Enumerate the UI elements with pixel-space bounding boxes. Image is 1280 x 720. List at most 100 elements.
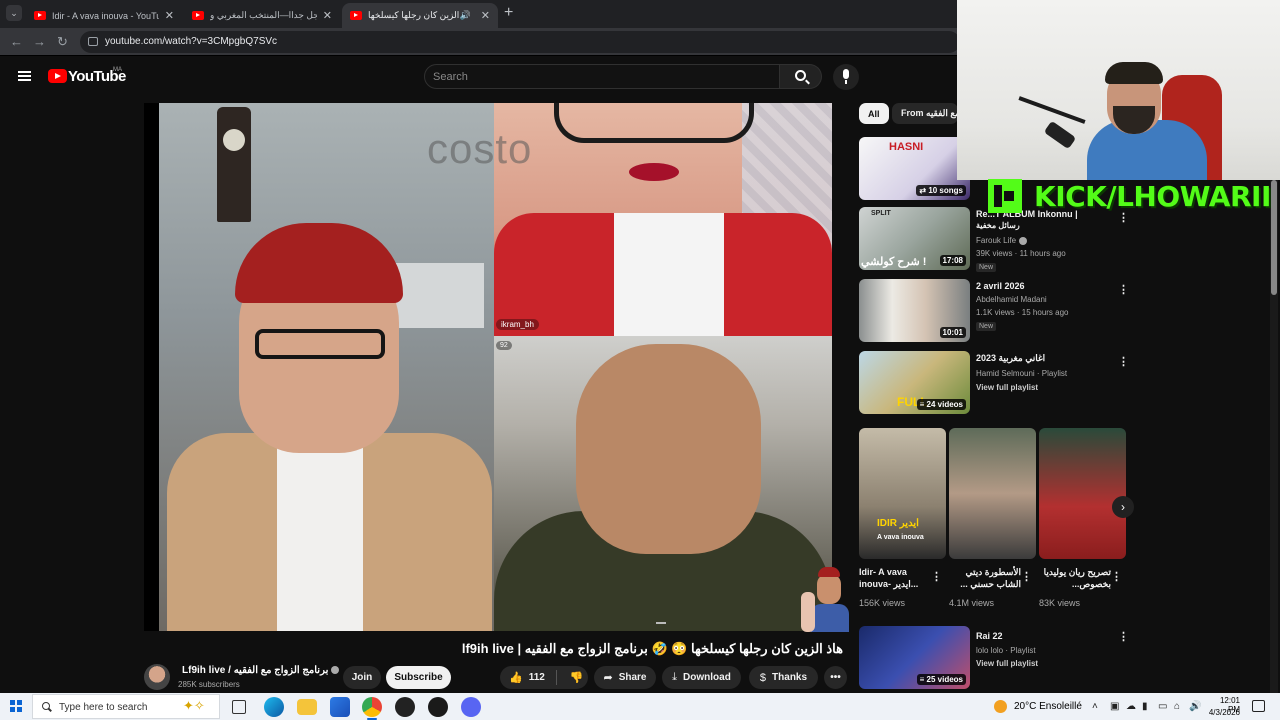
channel-avatar[interactable] xyxy=(144,664,170,690)
thanks-button[interactable]: $ Thanks xyxy=(749,666,818,689)
more-options-icon[interactable]: ⋮ xyxy=(1021,570,1032,583)
menu-icon[interactable] xyxy=(18,71,31,81)
host-collar xyxy=(277,433,363,631)
playlist-channel[interactable]: Hamid Selmouni · Playlist xyxy=(976,369,1067,378)
more-options-icon[interactable]: ⋮ xyxy=(1118,355,1129,368)
search-highlight-icon[interactable]: ✦✧ xyxy=(183,698,205,714)
forward-arrow-icon[interactable]: → xyxy=(33,34,46,49)
tray-display-icon[interactable]: ▭ xyxy=(1158,701,1167,712)
view-full-playlist-link[interactable]: View full playlist xyxy=(976,659,1038,668)
taskbar-search-placeholder[interactable]: Type here to search xyxy=(59,702,147,713)
tray-cloud-icon[interactable]: ☁ xyxy=(1126,701,1136,712)
share-button[interactable]: ➦ Share xyxy=(594,666,656,689)
task-view-icon[interactable] xyxy=(232,700,246,714)
short-title[interactable]: تصريح ريان يوليديا بخصوص... xyxy=(1039,566,1111,591)
recommendation-item[interactable]: SPLIT شرح كولشي ! 17:08 Re...T ALBUM Ink… xyxy=(859,207,1129,275)
channel-name[interactable]: Farouk Life xyxy=(976,236,1028,245)
site-info-icon[interactable] xyxy=(88,37,98,46)
thumbs-down-icon[interactable]: 👎 xyxy=(570,671,584,684)
playlist-thumbnail[interactable]: FULL ≡ 24 videos xyxy=(859,351,970,414)
youtube-logo-icon[interactable] xyxy=(48,69,67,83)
address-bar[interactable]: youtube.com/watch?v=3CMpgbQ7SVc xyxy=(80,31,960,53)
taskbar-date[interactable]: 4/3/2026 xyxy=(1204,708,1240,717)
tray-mic-icon[interactable]: ▮ xyxy=(1142,701,1148,712)
voice-search-button[interactable] xyxy=(833,64,859,90)
waving-person-sticker xyxy=(801,562,851,632)
video-title[interactable]: 2 avril 2026 xyxy=(976,281,1116,291)
badge-text: 10 songs xyxy=(928,186,963,195)
short-views: 83K views xyxy=(1039,598,1081,608)
chip-all[interactable]: All xyxy=(859,103,889,124)
chip-from-channel[interactable]: From برنامج الزواج مع الفقيه xyxy=(892,103,958,124)
more-options-icon[interactable]: ⋮ xyxy=(1118,283,1129,296)
channel-label[interactable]: Farouk Life xyxy=(976,236,1016,245)
browser-tab-idir[interactable]: Idir - A vava inouva - YouTube ✕ xyxy=(26,3,182,28)
video-subtitle[interactable]: رسائل مخفية xyxy=(976,221,1020,230)
store-icon[interactable] xyxy=(330,697,350,717)
short-title[interactable]: Idir- A vava inouva- ايدير... xyxy=(859,566,931,591)
volume-icon[interactable]: 🔊 xyxy=(1189,701,1201,712)
short-title[interactable]: الأسطورة ديتي الشاب حسني ... xyxy=(949,566,1021,591)
thumbs-up-icon[interactable]: 👍 xyxy=(509,671,523,684)
more-options-icon[interactable]: ⋮ xyxy=(1118,630,1129,643)
join-button[interactable]: Join xyxy=(343,666,381,689)
search-button[interactable] xyxy=(780,64,822,89)
video-thumbnail[interactable]: HASNI ⇄ 10 songs xyxy=(859,137,970,200)
weather-text[interactable]: 20°C Ensoleillé xyxy=(1014,701,1082,712)
video-player[interactable]: costo ikram_bh 92 xyxy=(144,103,832,631)
playlist-title[interactable]: Rai 22 xyxy=(976,631,1116,641)
discord-icon[interactable] xyxy=(461,697,481,717)
channel-name-row[interactable]: Lf9ih live / برنامج الزواج مع الفقيه xyxy=(182,665,340,676)
close-tab-icon[interactable]: ✕ xyxy=(481,9,490,22)
tray-app-icon[interactable]: ▣ xyxy=(1110,701,1119,712)
more-options-icon[interactable]: ⋮ xyxy=(1111,570,1122,583)
channel-name[interactable]: Abdelhamid Madani xyxy=(976,295,1047,304)
subscribe-button[interactable]: Subscribe xyxy=(386,666,451,689)
youtube-header: YouTube MA xyxy=(0,57,960,97)
more-actions-button[interactable]: ••• xyxy=(824,666,847,689)
close-tab-icon[interactable]: ✕ xyxy=(323,9,332,22)
url-text[interactable]: youtube.com/watch?v=3CMpgbQ7SVc xyxy=(105,36,277,47)
edge-icon[interactable] xyxy=(264,697,284,717)
file-explorer-icon[interactable] xyxy=(297,699,317,715)
obs-icon[interactable] xyxy=(395,697,415,717)
short-thumbnail[interactable] xyxy=(1039,428,1126,559)
view-full-playlist-link[interactable]: View full playlist xyxy=(976,383,1038,392)
video-thumbnail[interactable]: 10:01 xyxy=(859,279,970,342)
recommendation-playlist[interactable]: FULL ≡ 24 videos اغاني مغربية 2023 Hamid… xyxy=(859,351,1129,417)
tray-overflow-icon[interactable]: ˄ xyxy=(1092,701,1098,712)
tab-search-dropdown-icon[interactable]: ⌄ xyxy=(6,5,22,21)
browser-tab-montakhab[interactable]: عااجل جداا—المنتخب المغربي و ✕ xyxy=(184,3,340,28)
page-scrollbar-thumb[interactable] xyxy=(1271,180,1277,295)
taskbar-search-box[interactable]: Type here to search ✦✧ xyxy=(32,694,220,719)
search-input[interactable] xyxy=(433,69,763,85)
video-thumbnail[interactable]: SPLIT شرح كولشي ! 17:08 xyxy=(859,207,970,270)
weather-sun-icon[interactable] xyxy=(994,700,1007,713)
playlist-channel[interactable]: lolo lolo · Playlist xyxy=(976,646,1036,655)
playlist-thumbnail[interactable]: ≡ 25 videos xyxy=(859,626,970,689)
network-icon[interactable]: ⌂ xyxy=(1174,701,1180,712)
recommendation-playlist[interactable]: ≡ 25 videos Rai 22 lolo lolo · Playlist … xyxy=(859,626,1129,692)
reload-icon[interactable]: ↻ xyxy=(57,34,68,50)
like-count[interactable]: 112 xyxy=(529,672,545,683)
playlist-title[interactable]: اغاني مغربية 2023 xyxy=(976,353,1116,364)
recommendation-item[interactable]: 10:01 2 avril 2026 Abdelhamid Madani 1.1… xyxy=(859,279,1129,347)
download-button[interactable]: ⤓ Download xyxy=(662,666,741,689)
channel-name[interactable]: Lf9ih live / برنامج الزواج مع الفقيه xyxy=(182,665,328,676)
short-thumbnail[interactable] xyxy=(949,428,1036,559)
audio-playing-icon[interactable]: 🔊 xyxy=(460,10,471,21)
app-icon[interactable] xyxy=(428,697,448,717)
new-tab-button[interactable]: + xyxy=(504,4,513,22)
notification-icon[interactable] xyxy=(1252,700,1265,712)
close-tab-icon[interactable]: ✕ xyxy=(165,9,174,22)
shorts-next-arrow-icon[interactable]: › xyxy=(1112,496,1134,518)
video-scrub-indicator[interactable] xyxy=(656,622,666,624)
microphone-arm xyxy=(1018,96,1086,124)
wall-clock xyxy=(217,107,251,222)
browser-tab-active-video[interactable]: هاذ الزين كان رجلها كيسلخها 🔊 ✕ xyxy=(342,3,498,28)
windows-start-icon[interactable] xyxy=(10,700,22,712)
more-options-icon[interactable]: ⋮ xyxy=(931,570,942,583)
chrome-icon[interactable] xyxy=(362,697,382,720)
short-thumbnail[interactable]: IDIR ايدير A vava inouva xyxy=(859,428,946,559)
back-arrow-icon[interactable]: ← xyxy=(10,34,23,49)
